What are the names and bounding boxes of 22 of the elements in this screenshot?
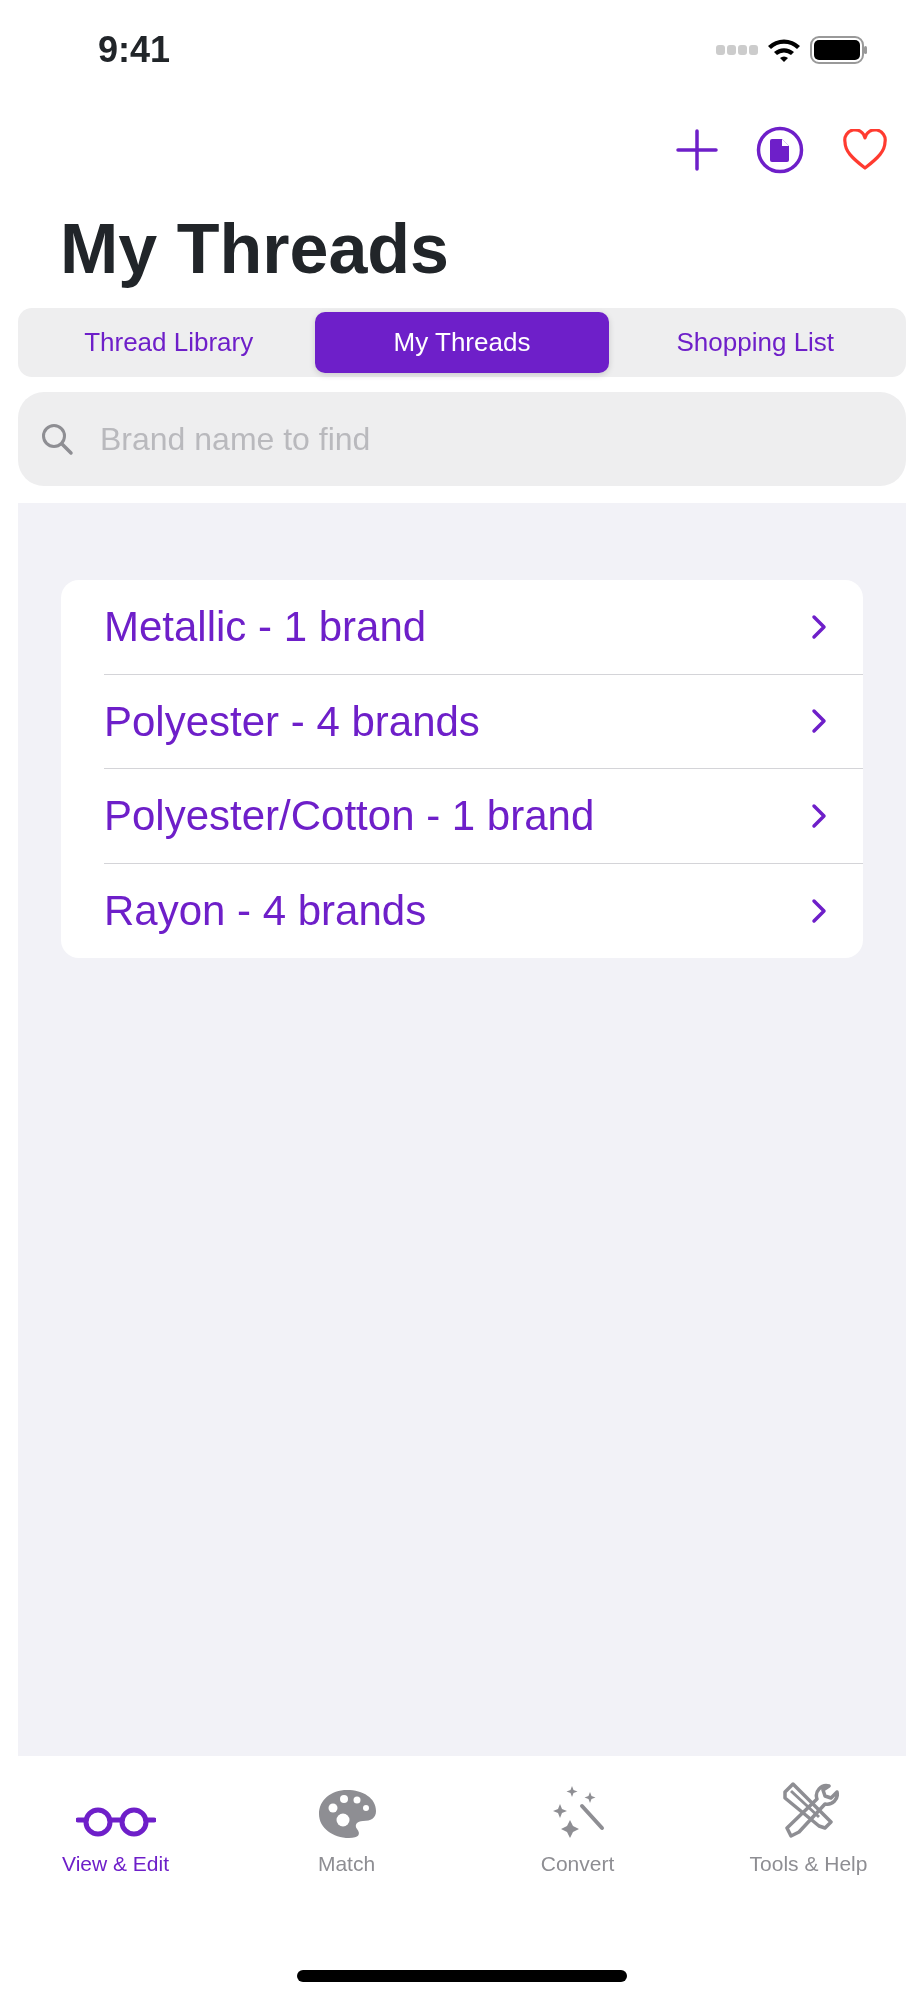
list-row[interactable]: Metallic - 1 brand [104,580,863,675]
chevron-icon [811,802,827,829]
chevron-icon [811,708,827,735]
list-row[interactable]: Polyester - 4 brands [104,674,863,769]
chevron-icon [811,897,827,924]
list-row[interactable]: Polyester/Cotton - 1 brand [104,769,863,864]
wifi-icon [766,37,802,63]
add-button[interactable] [676,129,718,171]
document-button[interactable] [756,126,804,174]
segment-tab[interactable]: Shopping List [608,312,902,373]
palette-icon [316,1788,377,1840]
status-time: 9:41 [98,28,171,72]
tab-bar-item[interactable]: View & Edit [0,1782,231,1880]
segment-tab[interactable]: My Threads [315,312,609,373]
heart-button[interactable] [842,129,888,171]
page-title: My Threads [60,209,450,290]
search-icon [40,422,74,456]
segment-tab[interactable]: Thread Library [22,312,316,373]
battery-icon [810,36,868,64]
signal-icon [716,44,758,56]
list-row[interactable]: Rayon - 4 brands [104,863,863,958]
chevron-icon [811,613,827,640]
